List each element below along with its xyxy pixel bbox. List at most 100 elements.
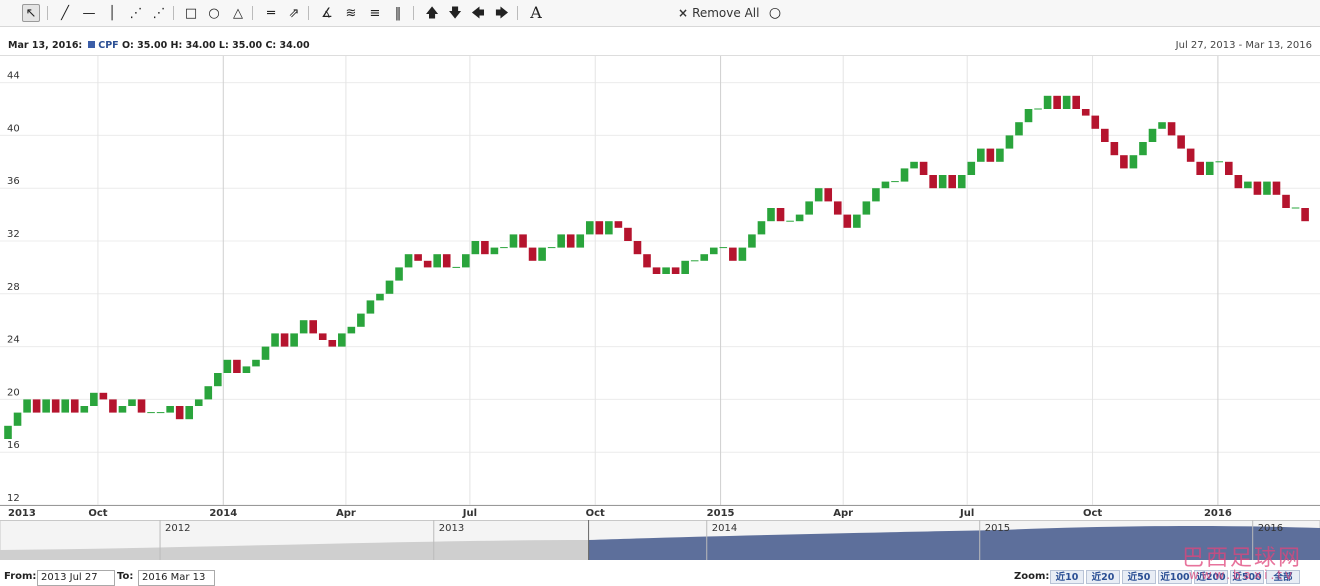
candle-down[interactable] bbox=[528, 247, 537, 261]
pitchfork-tool-button[interactable]: ⇗ bbox=[285, 4, 303, 22]
candle-up[interactable] bbox=[194, 399, 203, 406]
candle-up[interactable] bbox=[462, 254, 470, 268]
candle-down[interactable] bbox=[595, 221, 604, 235]
text-tool-button[interactable]: A bbox=[527, 4, 545, 22]
candle-up[interactable] bbox=[709, 247, 718, 255]
candle-up[interactable] bbox=[1263, 181, 1271, 195]
candle-up[interactable] bbox=[795, 214, 804, 222]
remove-all-button[interactable]: × Remove All bbox=[678, 6, 759, 20]
candle-up[interactable] bbox=[853, 214, 861, 228]
candle-down[interactable] bbox=[652, 267, 661, 274]
candle-up[interactable] bbox=[1139, 142, 1147, 156]
cycle-lines-tool-button[interactable]: ‖ bbox=[389, 4, 407, 22]
candle-up[interactable] bbox=[214, 373, 222, 387]
candle-up[interactable] bbox=[557, 234, 565, 248]
candle-up[interactable] bbox=[910, 161, 918, 169]
candle-up[interactable] bbox=[748, 234, 756, 248]
candle-down[interactable] bbox=[1234, 175, 1243, 189]
candle-up[interactable] bbox=[23, 399, 31, 413]
circle-settings-icon[interactable]: ○ bbox=[766, 4, 784, 22]
candle-up[interactable] bbox=[347, 326, 356, 334]
candle-down[interactable] bbox=[776, 208, 785, 222]
candle-up[interactable] bbox=[996, 148, 1004, 162]
candle-down[interactable] bbox=[175, 406, 184, 420]
candle-up[interactable] bbox=[80, 406, 89, 413]
cursor-tool-button[interactable]: ↖ bbox=[22, 4, 40, 22]
candle-up[interactable] bbox=[881, 181, 890, 189]
candle-down[interactable] bbox=[51, 399, 60, 413]
candle-up[interactable] bbox=[700, 254, 709, 261]
candle-up[interactable] bbox=[490, 247, 499, 255]
candle-up[interactable] bbox=[767, 208, 775, 222]
candle-up[interactable] bbox=[357, 313, 365, 327]
candle-down[interactable] bbox=[481, 241, 489, 255]
candle-up[interactable] bbox=[1244, 181, 1252, 189]
candle-down[interactable] bbox=[70, 399, 79, 413]
candle-down[interactable] bbox=[1167, 122, 1176, 136]
candle-down[interactable] bbox=[328, 340, 337, 347]
candle-down[interactable] bbox=[624, 227, 632, 241]
candle-up[interactable] bbox=[814, 188, 823, 202]
candle-up[interactable] bbox=[185, 406, 194, 420]
candle-up[interactable] bbox=[42, 399, 50, 413]
candle-down[interactable] bbox=[643, 254, 651, 268]
candle-up[interactable] bbox=[1015, 122, 1023, 136]
candle-up[interactable] bbox=[938, 175, 947, 189]
candle-down[interactable] bbox=[1101, 128, 1109, 142]
candle-up[interactable] bbox=[1158, 122, 1166, 129]
candle-up[interactable] bbox=[252, 359, 260, 367]
candle-down[interactable] bbox=[1225, 161, 1233, 175]
candle-up[interactable] bbox=[1148, 128, 1157, 142]
candle-down[interactable] bbox=[1120, 155, 1128, 169]
candle-down[interactable] bbox=[843, 214, 852, 228]
fibonacci-tool-button[interactable]: ≡ bbox=[366, 4, 384, 22]
candle-up[interactable] bbox=[223, 359, 232, 373]
candle-up[interactable] bbox=[471, 241, 480, 255]
arc-tool-button[interactable]: ≋ bbox=[342, 4, 360, 22]
candle-down[interactable] bbox=[233, 359, 241, 373]
candle-down[interactable] bbox=[1110, 142, 1119, 156]
range-navigator[interactable]: 2012 2013 2014 2015 2016 bbox=[0, 520, 1320, 560]
circle-tool-button[interactable]: ○ bbox=[205, 4, 223, 22]
dashed-line-tool-button[interactable]: ⋰ bbox=[127, 4, 145, 22]
candle-up[interactable] bbox=[681, 260, 689, 274]
candle-up[interactable] bbox=[242, 366, 251, 373]
candle-down[interactable] bbox=[309, 320, 317, 334]
candle-down[interactable] bbox=[824, 188, 833, 202]
candle-up[interactable] bbox=[433, 254, 441, 268]
candle-up[interactable] bbox=[404, 254, 413, 268]
candle-up[interactable] bbox=[1205, 161, 1214, 175]
candle-down[interactable] bbox=[1177, 135, 1185, 149]
candle-up[interactable] bbox=[957, 175, 966, 189]
arrow-up-tool-button[interactable]: 🡅 bbox=[423, 4, 441, 22]
candle-down[interactable] bbox=[919, 161, 928, 175]
zoom-button[interactable]: 近20 bbox=[1086, 570, 1120, 584]
rectangle-tool-button[interactable]: □ bbox=[182, 4, 200, 22]
candle-down[interactable] bbox=[1253, 181, 1262, 195]
candle-down[interactable] bbox=[1072, 95, 1080, 109]
candle-down[interactable] bbox=[519, 234, 527, 248]
candle-up[interactable] bbox=[1024, 109, 1033, 123]
candle-up[interactable] bbox=[395, 267, 403, 281]
candle-down[interactable] bbox=[99, 392, 108, 400]
candle-down[interactable] bbox=[1272, 181, 1281, 195]
candle-down[interactable] bbox=[986, 148, 995, 162]
candle-down[interactable] bbox=[318, 333, 327, 340]
candle-up[interactable] bbox=[538, 247, 546, 261]
candle-up[interactable] bbox=[13, 412, 22, 426]
candle-down[interactable] bbox=[633, 241, 642, 255]
vertical-line-tool-button[interactable]: │ bbox=[103, 4, 121, 22]
fan-tool-button[interactable]: ∡ bbox=[318, 4, 336, 22]
candle-up[interactable] bbox=[299, 320, 308, 334]
candle-down[interactable] bbox=[137, 399, 146, 413]
candle-down[interactable] bbox=[566, 234, 575, 248]
arrow-left-tool-button[interactable]: 🡄 bbox=[469, 4, 487, 22]
candle-down[interactable] bbox=[423, 260, 432, 268]
candle-down[interactable] bbox=[109, 399, 117, 413]
candle-up[interactable] bbox=[4, 425, 12, 439]
candle-up[interactable] bbox=[662, 267, 670, 274]
candle-down[interactable] bbox=[929, 175, 937, 189]
candle-down[interactable] bbox=[1053, 95, 1061, 109]
candle-up[interactable] bbox=[1043, 95, 1052, 109]
candle-down[interactable] bbox=[729, 247, 737, 261]
